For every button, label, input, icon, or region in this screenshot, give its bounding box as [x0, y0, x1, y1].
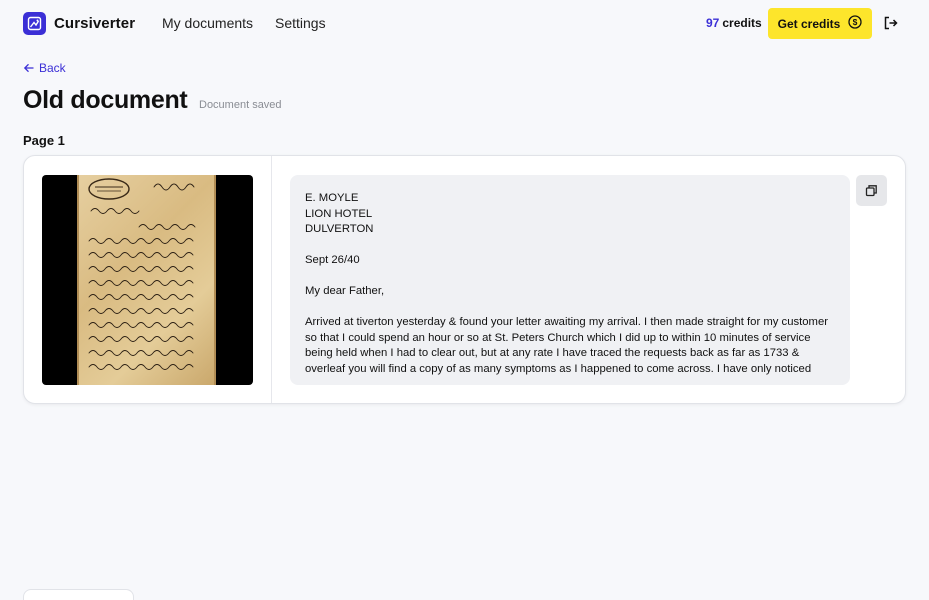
handwritten-letter-image: [77, 175, 216, 385]
credits-label: credits: [722, 16, 762, 30]
transcription-line: E. MOYLE: [305, 192, 359, 204]
credits-count: 97: [706, 16, 720, 30]
brand-name: Cursiverter: [54, 15, 136, 32]
coin-icon: $: [848, 15, 862, 32]
add-page-card[interactable]: [23, 589, 134, 600]
nav-my-documents[interactable]: My documents: [162, 15, 253, 31]
transcription-date: Sept 26/40: [305, 254, 360, 266]
card-divider: [271, 156, 272, 403]
transcription-text[interactable]: E. MOYLE LION HOTEL DULVERTON Sept 26/40…: [290, 175, 850, 385]
credits-display: 97 credits: [706, 16, 762, 30]
transcription-line: DULVERTON: [305, 223, 374, 235]
save-status: Document saved: [199, 99, 282, 111]
back-link[interactable]: Back: [23, 61, 66, 75]
logout-icon[interactable]: [883, 15, 899, 31]
nav-settings[interactable]: Settings: [275, 15, 326, 31]
page-title: Old document: [23, 86, 188, 114]
page-label: Page 1: [23, 133, 65, 148]
get-credits-button[interactable]: Get credits $: [768, 8, 872, 39]
svg-text:$: $: [853, 17, 858, 27]
copy-icon: [865, 185, 877, 197]
back-label: Back: [39, 61, 66, 75]
brand[interactable]: Cursiverter: [23, 12, 135, 35]
transcription-salutation: My dear Father,: [305, 285, 385, 297]
page-card: E. MOYLE LION HOTEL DULVERTON Sept 26/40…: [23, 155, 906, 404]
top-bar: Cursiverter My documents Settings 97 cred…: [0, 0, 929, 46]
transcription-body: Arrived at tiverton yesterday & found yo…: [305, 316, 829, 375]
cursiverter-logo-icon: [23, 12, 46, 35]
copy-button[interactable]: [856, 175, 887, 206]
get-credits-label: Get credits: [777, 16, 841, 31]
transcription-line: LION HOTEL: [305, 207, 373, 220]
arrow-left-icon: [23, 63, 34, 73]
document-thumbnail[interactable]: [42, 175, 253, 385]
